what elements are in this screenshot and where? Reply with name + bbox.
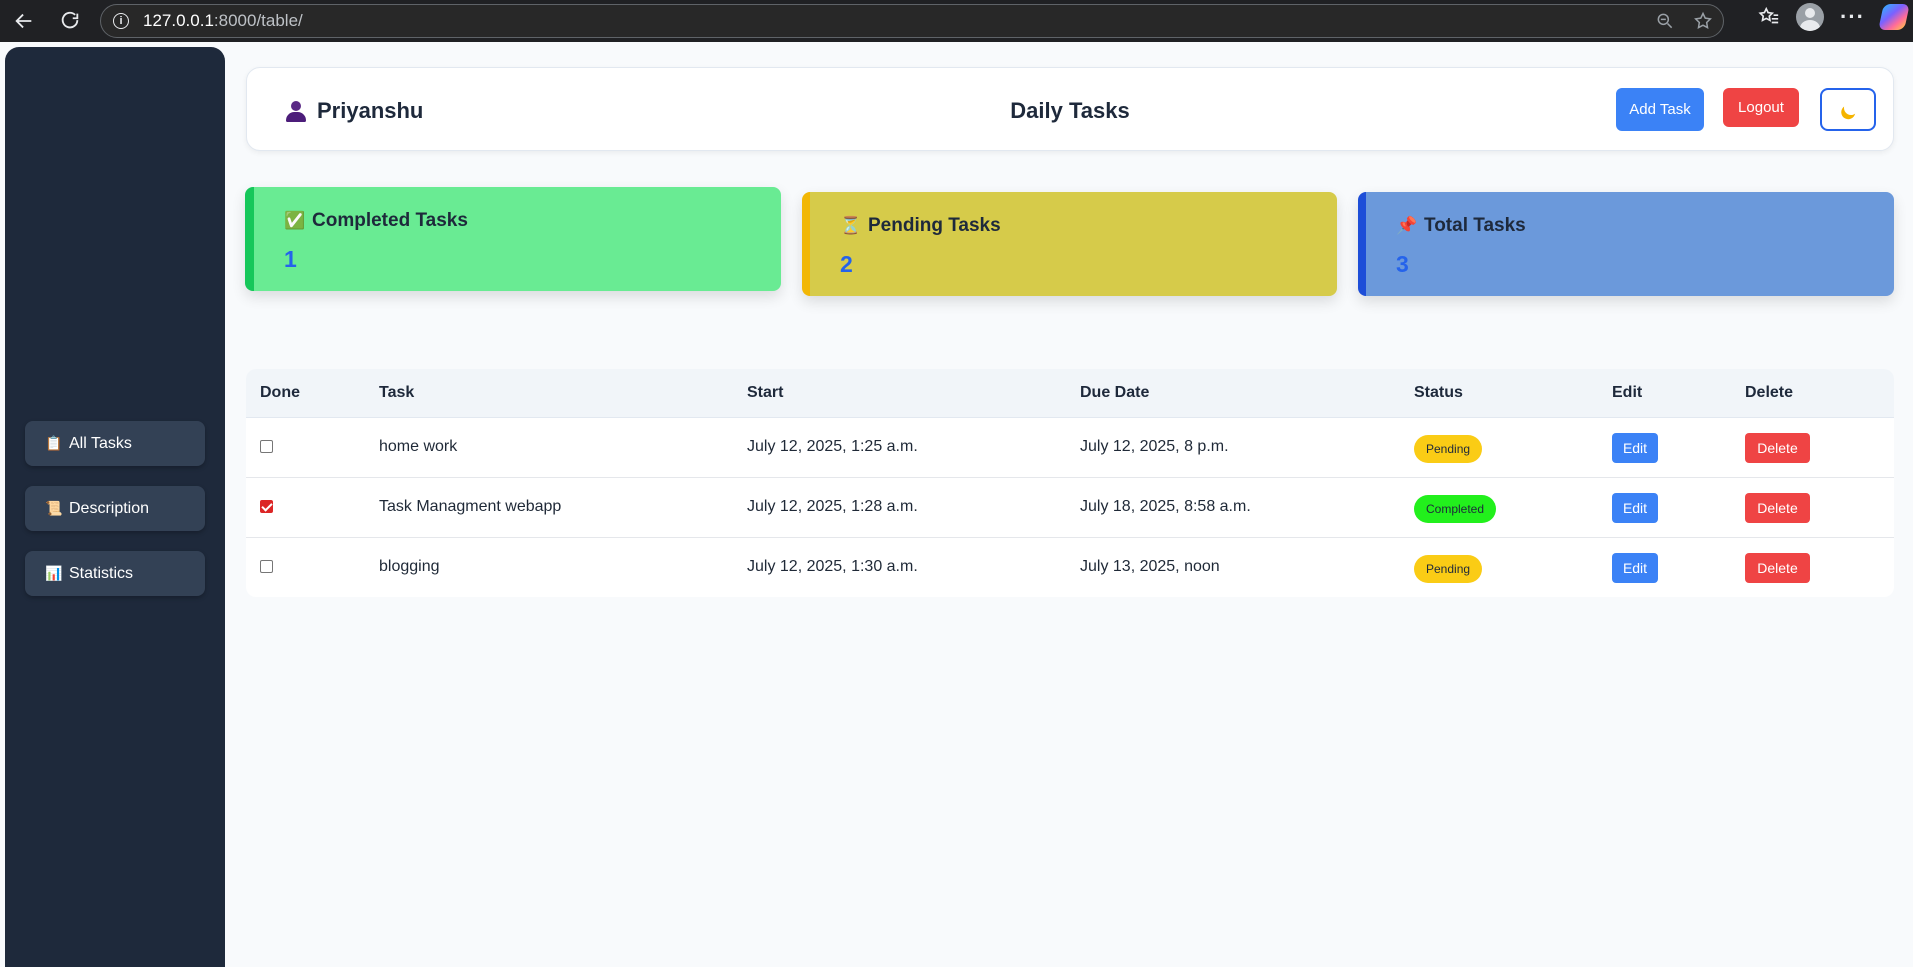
- task-name: home work: [379, 438, 458, 455]
- start-date: July 12, 2025, 1:30 a.m.: [747, 558, 918, 575]
- pending-tasks-card: ⏳ Pending Tasks 2: [802, 192, 1337, 296]
- table-row: blogging July 12, 2025, 1:30 a.m. July 1…: [246, 538, 1894, 597]
- completed-tasks-card: ✅ Completed Tasks 1: [245, 187, 781, 291]
- user-icon: [285, 100, 307, 122]
- delete-button[interactable]: Delete: [1745, 433, 1810, 463]
- sidebar: 📋 All Tasks 📜 Description 📊 Statistics: [5, 47, 225, 967]
- back-icon[interactable]: [6, 3, 42, 39]
- total-count: 3: [1396, 251, 1409, 277]
- star-icon[interactable]: [1693, 11, 1713, 31]
- stat-label: Pending Tasks: [868, 215, 1001, 236]
- sidebar-item-label: Statistics: [69, 564, 134, 582]
- edit-button[interactable]: Edit: [1612, 493, 1658, 523]
- table-header: Done Task Start Due Date Status Edit Del…: [246, 369, 1894, 418]
- theme-toggle-button[interactable]: [1820, 88, 1876, 131]
- clipboard-icon: 📋: [45, 435, 63, 451]
- done-checkbox[interactable]: [260, 560, 273, 573]
- logout-button[interactable]: Logout: [1723, 88, 1799, 127]
- site-info-icon[interactable]: i: [113, 13, 129, 29]
- add-task-button[interactable]: Add Task: [1616, 88, 1704, 131]
- stat-label: Completed Tasks: [312, 210, 468, 231]
- table-row: home work July 12, 2025, 1:25 a.m. July …: [246, 418, 1894, 478]
- tasks-table: Done Task Start Due Date Status Edit Del…: [246, 369, 1894, 597]
- moon-icon: [1842, 99, 1860, 117]
- bar-chart-icon: 📊: [45, 565, 63, 581]
- sidebar-item-description[interactable]: 📜 Description: [25, 486, 205, 531]
- due-date: July 18, 2025, 8:58 a.m.: [1080, 498, 1251, 515]
- column-header-edit: Edit: [1612, 384, 1643, 401]
- reload-icon[interactable]: [52, 3, 88, 39]
- user-info: Priyanshu: [285, 98, 423, 124]
- check-icon: ✅: [284, 211, 306, 230]
- start-date: July 12, 2025, 1:25 a.m.: [747, 438, 918, 455]
- column-header-delete: Delete: [1745, 384, 1794, 401]
- url-host: 127.0.0.1: [143, 11, 214, 30]
- page-header: Daily Tasks Priyanshu Add Task Logout: [246, 67, 1894, 151]
- due-date: July 13, 2025, noon: [1080, 558, 1220, 575]
- copilot-icon[interactable]: [1878, 4, 1910, 30]
- delete-button[interactable]: Delete: [1745, 553, 1810, 583]
- done-checkbox[interactable]: [260, 440, 273, 453]
- sidebar-item-statistics[interactable]: 📊 Statistics: [25, 551, 205, 596]
- user-name: Priyanshu: [317, 98, 424, 123]
- column-header-due-date: Due Date: [1080, 384, 1150, 401]
- task-name: blogging: [379, 558, 440, 575]
- favorites-icon[interactable]: [1758, 6, 1780, 28]
- table-row: Task Managment webapp July 12, 2025, 1:2…: [246, 478, 1894, 538]
- status-badge: Completed: [1414, 495, 1497, 523]
- status-badge: Pending: [1414, 555, 1483, 583]
- stat-label: Total Tasks: [1424, 215, 1526, 236]
- browser-toolbar: i 127.0.0.1:8000/table/ ···: [0, 0, 1913, 42]
- sidebar-item-label: All Tasks: [69, 434, 132, 452]
- sidebar-item-label: Description: [69, 499, 150, 517]
- due-date: July 12, 2025, 8 p.m.: [1080, 438, 1229, 455]
- address-bar[interactable]: i 127.0.0.1:8000/table/: [100, 4, 1724, 38]
- column-header-task: Task: [379, 384, 415, 401]
- column-header-start: Start: [747, 384, 784, 401]
- zoom-icon[interactable]: [1655, 11, 1675, 31]
- hourglass-icon: ⏳: [840, 216, 862, 235]
- column-header-done: Done: [260, 384, 300, 401]
- scroll-icon: 📜: [45, 500, 63, 516]
- profile-avatar[interactable]: [1796, 3, 1825, 31]
- completed-count: 1: [284, 246, 297, 272]
- delete-button[interactable]: Delete: [1745, 493, 1810, 523]
- url-path: :8000/table/: [213, 11, 303, 30]
- pending-count: 2: [840, 251, 853, 277]
- edit-button[interactable]: Edit: [1612, 553, 1658, 583]
- more-menu-icon[interactable]: ···: [1840, 4, 1865, 30]
- start-date: July 12, 2025, 1:28 a.m.: [747, 498, 918, 515]
- done-checkbox[interactable]: [260, 500, 273, 513]
- pushpin-icon: 📌: [1396, 216, 1418, 235]
- status-badge: Pending: [1414, 435, 1483, 463]
- column-header-status: Status: [1414, 384, 1463, 401]
- total-tasks-card: 📌 Total Tasks 3: [1358, 192, 1894, 296]
- edit-button[interactable]: Edit: [1612, 433, 1658, 463]
- sidebar-item-all-tasks[interactable]: 📋 All Tasks: [25, 421, 205, 466]
- task-name: Task Managment webapp: [379, 498, 562, 515]
